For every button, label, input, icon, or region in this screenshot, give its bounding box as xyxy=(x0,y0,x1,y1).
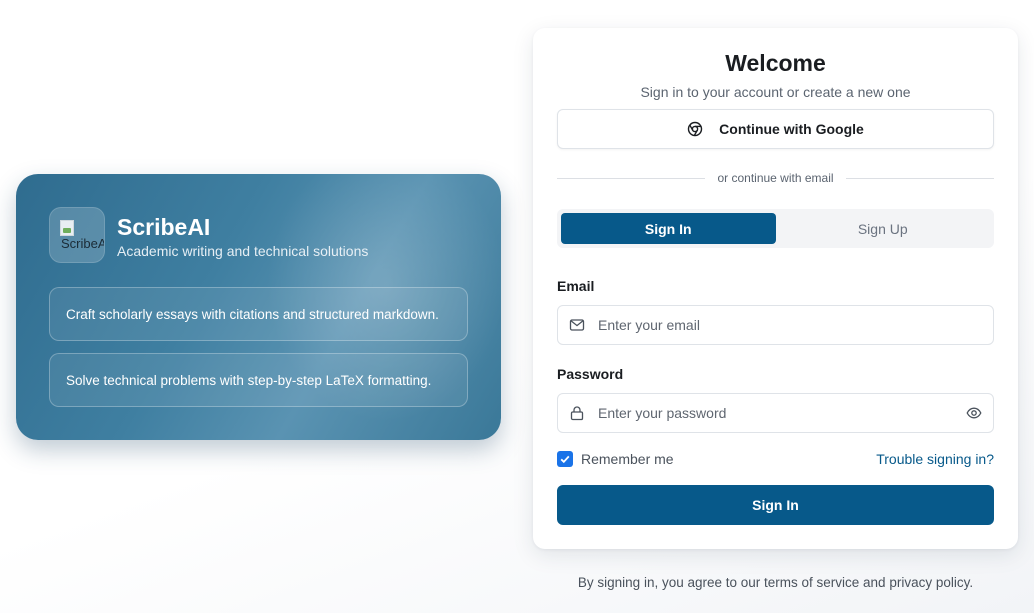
login-page: ScribeAI ScribeAI Academic writing and t… xyxy=(0,0,1034,613)
email-label: Email xyxy=(557,278,595,294)
check-icon xyxy=(560,455,570,464)
email-field[interactable] xyxy=(598,306,958,344)
brand-card: ScribeAI ScribeAI Academic writing and t… xyxy=(16,174,501,440)
password-field-wrapper xyxy=(557,393,994,433)
auth-card: Welcome Sign in to your account or creat… xyxy=(533,28,1018,549)
divider-text: or continue with email xyxy=(717,171,834,185)
trouble-signing-in-link[interactable]: Trouble signing in? xyxy=(876,451,994,467)
feature-essays: Craft scholarly essays with citations an… xyxy=(49,287,468,341)
eye-icon[interactable] xyxy=(966,405,982,421)
divider-line xyxy=(845,177,994,179)
page-title: Welcome xyxy=(725,50,826,76)
broken-image-icon xyxy=(60,220,74,236)
mail-icon xyxy=(569,319,585,331)
brand-tagline: Academic writing and technical solutions xyxy=(117,243,369,259)
terms-text: By signing in, you agree to our terms of… xyxy=(577,575,974,590)
tab-sign-up[interactable]: Sign Up xyxy=(776,213,991,244)
password-field[interactable] xyxy=(598,394,958,432)
remember-me[interactable]: Remember me xyxy=(557,451,674,467)
page-subtitle: Sign in to your account or create a new … xyxy=(640,84,911,100)
lock-icon xyxy=(570,406,584,421)
google-signin-label: Continue with Google xyxy=(719,121,864,137)
divider-line xyxy=(557,177,706,179)
remember-label: Remember me xyxy=(581,451,674,467)
chrome-icon xyxy=(687,121,703,137)
brand-name: ScribeAI xyxy=(117,214,211,240)
tab-sign-in[interactable]: Sign In xyxy=(561,213,776,244)
email-field-wrapper xyxy=(557,305,994,345)
divider: or continue with email xyxy=(557,170,994,186)
password-label: Password xyxy=(557,366,624,382)
feature-latex: Solve technical problems with step-by-st… xyxy=(49,353,468,407)
auth-tabs: Sign In Sign Up xyxy=(557,209,994,248)
brand-logo: ScribeAI xyxy=(49,207,105,263)
google-signin-button[interactable]: Continue with Google xyxy=(557,109,994,149)
brand-logo-alt-text: ScribeAI xyxy=(61,236,104,251)
remember-checkbox[interactable] xyxy=(557,451,573,467)
sign-in-button[interactable]: Sign In xyxy=(557,485,994,525)
